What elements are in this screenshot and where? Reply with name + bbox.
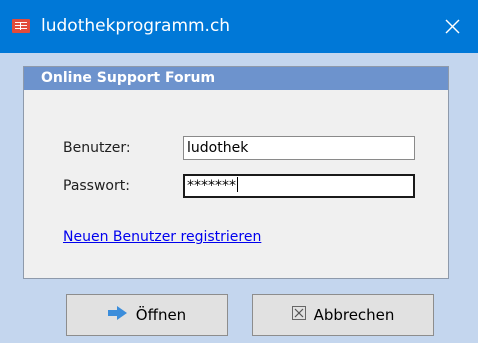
username-label: Benutzer: <box>63 140 131 156</box>
open-button-label: Öffnen <box>135 306 187 324</box>
panel-heading: Online Support Forum <box>24 67 448 90</box>
register-link[interactable]: Neuen Benutzer registrieren <box>63 229 261 245</box>
title-bar[interactable]: ludothekprogramm.ch <box>0 0 478 53</box>
close-icon <box>445 19 460 34</box>
open-button[interactable]: Öffnen <box>66 294 228 336</box>
username-input[interactable]: ludothek <box>183 136 415 160</box>
cancel-button-label: Abbrechen <box>313 306 395 324</box>
app-form-icon <box>12 19 30 33</box>
password-input[interactable]: ******* <box>183 174 415 198</box>
login-panel: Online Support Forum Benutzer: ludothek … <box>23 66 449 279</box>
password-label: Passwort: <box>63 178 130 194</box>
arrow-right-icon <box>107 306 128 324</box>
text-caret <box>237 177 238 192</box>
window-title: ludothekprogramm.ch <box>41 16 231 36</box>
password-value: ******* <box>187 178 236 194</box>
close-button[interactable] <box>426 0 478 53</box>
cancel-button[interactable]: Abbrechen <box>252 294 434 336</box>
cancel-x-icon <box>291 306 306 324</box>
login-dialog: ludothekprogramm.ch Online Support Forum… <box>0 0 478 343</box>
